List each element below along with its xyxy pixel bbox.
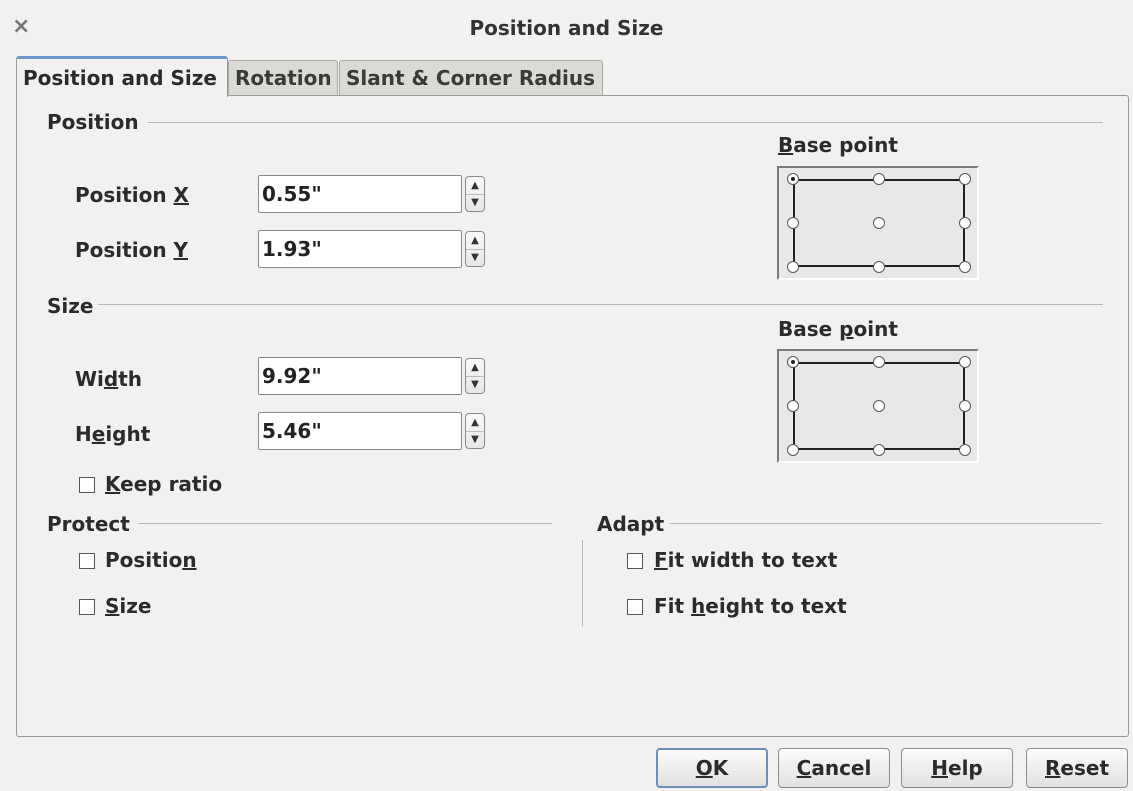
size-section-label: Size: [47, 294, 94, 318]
width-label: Width: [75, 367, 143, 391]
spin-up-icon[interactable]: ▲: [466, 177, 484, 195]
size-base-point-selector[interactable]: [777, 349, 979, 463]
spin-up-icon[interactable]: ▲: [466, 359, 484, 377]
fit-height-label[interactable]: Fit height to text: [654, 594, 847, 618]
height-field[interactable]: 5.46": [258, 412, 462, 450]
base-point-top-left[interactable]: [787, 173, 799, 185]
adapt-section-divider: [670, 523, 1102, 524]
base-point-middle-left[interactable]: [787, 217, 799, 229]
spin-up-icon[interactable]: ▲: [466, 232, 484, 250]
width-field[interactable]: 9.92": [258, 357, 462, 395]
protect-size-label[interactable]: Size: [105, 594, 151, 618]
tab-position-and-size[interactable]: Position and Size: [16, 56, 228, 97]
base-point-bottom-right[interactable]: [959, 261, 971, 273]
column-separator: [582, 540, 583, 626]
base-point-bottom-right[interactable]: [959, 444, 971, 456]
spin-down-icon[interactable]: ▼: [466, 376, 484, 393]
tab-rotation[interactable]: Rotation: [228, 60, 338, 96]
position-base-point-label: Base point: [778, 133, 898, 157]
position-section-divider: [148, 122, 1103, 123]
title-bar: × Position and Size: [0, 0, 1133, 56]
tab-slant-corner-radius[interactable]: Slant & Corner Radius: [339, 60, 603, 96]
protect-section-label: Protect: [47, 512, 130, 536]
height-spinner[interactable]: ▲ ▼: [465, 413, 485, 449]
base-point-top-center[interactable]: [873, 356, 885, 368]
base-point-bottom-center[interactable]: [873, 261, 885, 273]
base-point-bottom-center[interactable]: [873, 444, 885, 456]
base-point-middle-right[interactable]: [959, 400, 971, 412]
position-y-field[interactable]: 1.93": [258, 230, 462, 268]
cancel-button[interactable]: Cancel: [778, 748, 890, 788]
help-button[interactable]: Help: [901, 748, 1013, 788]
fit-height-checkbox[interactable]: [627, 599, 643, 615]
base-point-center[interactable]: [873, 400, 885, 412]
base-point-middle-left[interactable]: [787, 400, 799, 412]
position-x-spinner[interactable]: ▲ ▼: [465, 176, 485, 212]
protect-size-checkbox[interactable]: [79, 599, 95, 615]
fit-width-label[interactable]: Fit width to text: [654, 548, 837, 572]
base-point-top-left[interactable]: [787, 356, 799, 368]
size-section-divider: [98, 304, 1103, 305]
base-point-center[interactable]: [873, 217, 885, 229]
base-point-top-center[interactable]: [873, 173, 885, 185]
fit-width-checkbox[interactable]: [627, 553, 643, 569]
spin-up-icon[interactable]: ▲: [466, 414, 484, 432]
height-label: Height: [75, 422, 151, 446]
ok-button[interactable]: OK: [656, 748, 768, 788]
adapt-section-label: Adapt: [597, 512, 665, 536]
protect-position-checkbox[interactable]: [79, 553, 95, 569]
protect-position-label[interactable]: Position: [105, 548, 197, 572]
keep-ratio-checkbox[interactable]: [79, 477, 95, 493]
position-x-label: Position X: [75, 183, 189, 207]
position-y-label: Position Y: [75, 238, 188, 262]
spin-down-icon[interactable]: ▼: [466, 431, 484, 448]
base-point-middle-right[interactable]: [959, 217, 971, 229]
keep-ratio-label[interactable]: Keep ratio: [105, 472, 222, 496]
spin-down-icon[interactable]: ▼: [466, 249, 484, 266]
dialog-title: Position and Size: [469, 16, 664, 40]
position-base-point-selector[interactable]: [777, 166, 979, 280]
width-spinner[interactable]: ▲ ▼: [465, 358, 485, 394]
position-y-spinner[interactable]: ▲ ▼: [465, 231, 485, 267]
protect-section-divider: [138, 523, 552, 524]
position-x-field[interactable]: 0.55": [258, 175, 462, 213]
base-point-bottom-left[interactable]: [787, 444, 799, 456]
base-point-top-right[interactable]: [959, 173, 971, 185]
size-base-point-label: Base point: [778, 317, 898, 341]
reset-button[interactable]: Reset: [1026, 748, 1128, 788]
spin-down-icon[interactable]: ▼: [466, 194, 484, 211]
position-section-label: Position: [47, 110, 139, 134]
base-point-bottom-left[interactable]: [787, 261, 799, 273]
base-point-top-right[interactable]: [959, 356, 971, 368]
